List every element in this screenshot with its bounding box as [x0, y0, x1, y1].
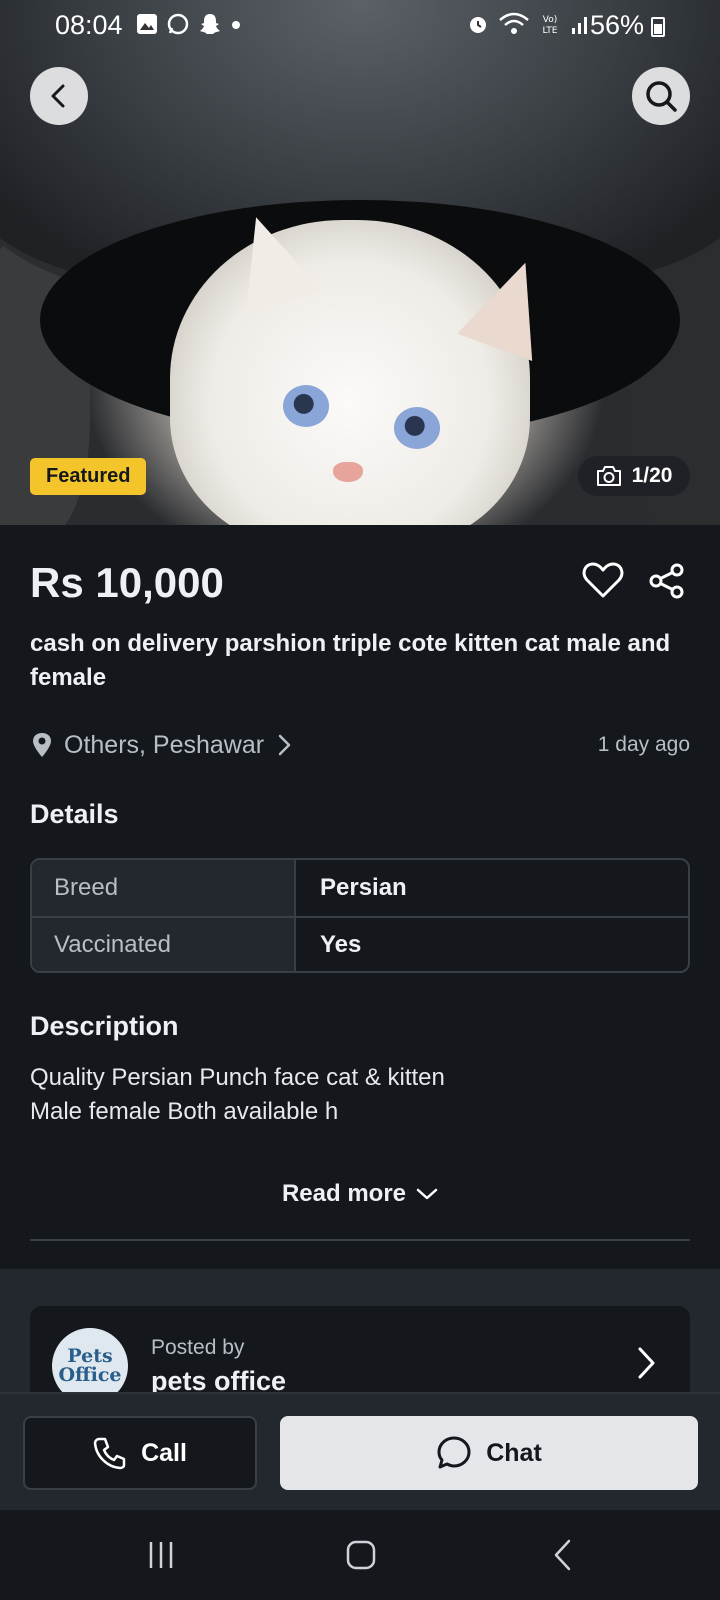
wifi-icon	[499, 12, 529, 34]
dot-icon	[232, 21, 240, 29]
section-divider	[30, 1239, 690, 1241]
listing-photo[interactable]: 08:04 Vo) LTE 56% Featured 1/20	[0, 0, 720, 525]
back-button[interactable]	[30, 67, 88, 125]
listing-title: cash on delivery parshion triple cote ki…	[30, 630, 671, 691]
chevron-right-icon	[638, 1347, 655, 1379]
details-row: Breed Persian	[32, 860, 688, 916]
system-icons: Vo) LTE	[466, 12, 592, 36]
signal-icon	[572, 17, 587, 34]
photo-counter[interactable]: 1/20	[578, 456, 690, 496]
chat-label: Chat	[486, 1438, 542, 1467]
volte-icon: Vo)LTE	[543, 15, 558, 36]
call-label: Call	[141, 1438, 187, 1467]
home-button[interactable]	[331, 1530, 391, 1580]
search-button[interactable]	[632, 67, 690, 125]
nav-back-button[interactable]	[533, 1530, 593, 1580]
featured-badge: Featured	[30, 458, 147, 495]
gallery-icon	[137, 14, 157, 34]
photo-cat-eye	[394, 407, 440, 449]
share-icon[interactable]	[648, 563, 686, 599]
chevron-down-icon	[416, 1188, 438, 1200]
svg-text:LTE: LTE	[543, 26, 558, 36]
status-time: 08:04	[55, 10, 123, 40]
photo-counter-text: 1/20	[631, 464, 673, 487]
location-row[interactable]: Others, Peshawar 1 day ago	[30, 725, 690, 765]
status-bar: 08:04 Vo) LTE 56%	[0, 0, 720, 52]
photo-cat-eye	[283, 385, 329, 427]
location-pin-icon	[33, 733, 51, 757]
photo-cat-nose	[333, 462, 363, 482]
snapchat-icon	[200, 14, 220, 34]
whatsapp-icon	[167, 13, 189, 35]
heart-icon[interactable]	[582, 561, 624, 599]
call-button[interactable]: Call	[23, 1416, 257, 1490]
read-more-button[interactable]: Read more	[0, 1180, 720, 1208]
details-key: Vaccinated	[32, 918, 294, 971]
details-key: Breed	[32, 860, 294, 916]
read-more-label: Read more	[281, 1180, 407, 1207]
home-icon	[346, 1540, 376, 1570]
details-value: Persian	[294, 860, 688, 916]
posted-by-label: Posted by	[151, 1336, 245, 1359]
alarm-icon	[470, 17, 486, 33]
description-text: Quality Persian Punch face cat & kitten …	[30, 1064, 445, 1125]
listing-price: Rs 10,000	[30, 559, 224, 606]
action-bar: Call Chat	[0, 1392, 720, 1510]
recents-button[interactable]	[131, 1530, 191, 1580]
details-heading: Details	[30, 799, 119, 829]
back-icon	[554, 1539, 571, 1571]
chat-button[interactable]: Chat	[280, 1416, 698, 1490]
details-table: Breed Persian Vaccinated Yes	[30, 858, 690, 973]
chat-bubble-icon	[437, 1436, 471, 1469]
location-text: Others, Peshawar	[64, 730, 265, 759]
battery-icon	[651, 17, 665, 37]
battery-percent: 56%	[590, 10, 645, 40]
search-icon	[646, 81, 677, 112]
recents-icon	[149, 1542, 173, 1568]
details-row: Vaccinated Yes	[32, 916, 688, 971]
phone-icon	[93, 1437, 126, 1470]
posted-time: 1 day ago	[597, 733, 690, 756]
description-heading: Description	[30, 1011, 179, 1041]
chevron-left-icon	[51, 84, 65, 108]
svg-text:Vo): Vo)	[543, 15, 557, 25]
system-nav-bar	[0, 1510, 720, 1600]
chevron-right-icon	[278, 734, 291, 756]
details-value: Yes	[294, 918, 688, 971]
notification-icons	[136, 12, 242, 36]
camera-icon	[596, 466, 621, 486]
